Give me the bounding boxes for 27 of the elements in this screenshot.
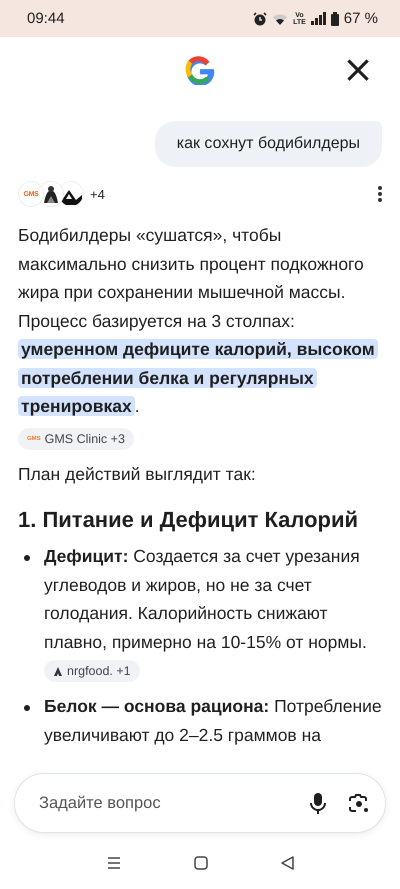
bullet-dot [24,555,30,561]
back-icon[interactable] [280,856,294,870]
bullet-text: Белок — основа рациона: Потребление увеличивают до 2–2.5 граммов на [44,695,382,747]
signal-icon [310,12,326,25]
bullet-dot [24,705,30,711]
plan-text: План действий выглядит так: [18,462,257,486]
more-sources-count[interactable]: +4 [90,186,105,202]
mountain-icon [53,666,63,676]
microphone-button[interactable] [310,792,326,814]
battery-percent: 67 % [344,10,378,27]
section-heading: 1. Питание и Дефицит Калорий [18,506,360,534]
bullet-text: Дефицит: Создается за счет урезания углеводов и жиров, но не за счет голодания. Калорийность снижают плавно, примерно на 10-15% от нормы. [44,545,368,654]
source-chip[interactable]: nrgfood. +1 [44,660,140,682]
alarm-icon [253,12,268,26]
close-button[interactable]: × [340,51,376,87]
battery-icon [330,12,339,26]
question-field[interactable]: Задайте вопрос [37,792,288,814]
camera-search-button[interactable] [348,794,369,812]
query-bubble: как сохнут бодибилдеры [154,121,382,167]
camera-search-icon [348,794,369,812]
home-icon[interactable] [194,856,208,870]
microphone-icon [310,792,326,814]
recent-apps-icon[interactable] [106,857,120,869]
more-options-icon[interactable] [378,186,382,202]
wifi-icon [272,12,288,26]
clock-time: 09:44 [27,10,65,27]
answer-paragraph: Бодибилдеры «сушатся», чтобы максимально снизить процент подкожного жира при сохранении мышечной массы. Процесс базируется на 3 столпах: умеренном дефиците калорий, высоком потреблении белка и регулярных тренировках. [18,221,382,420]
